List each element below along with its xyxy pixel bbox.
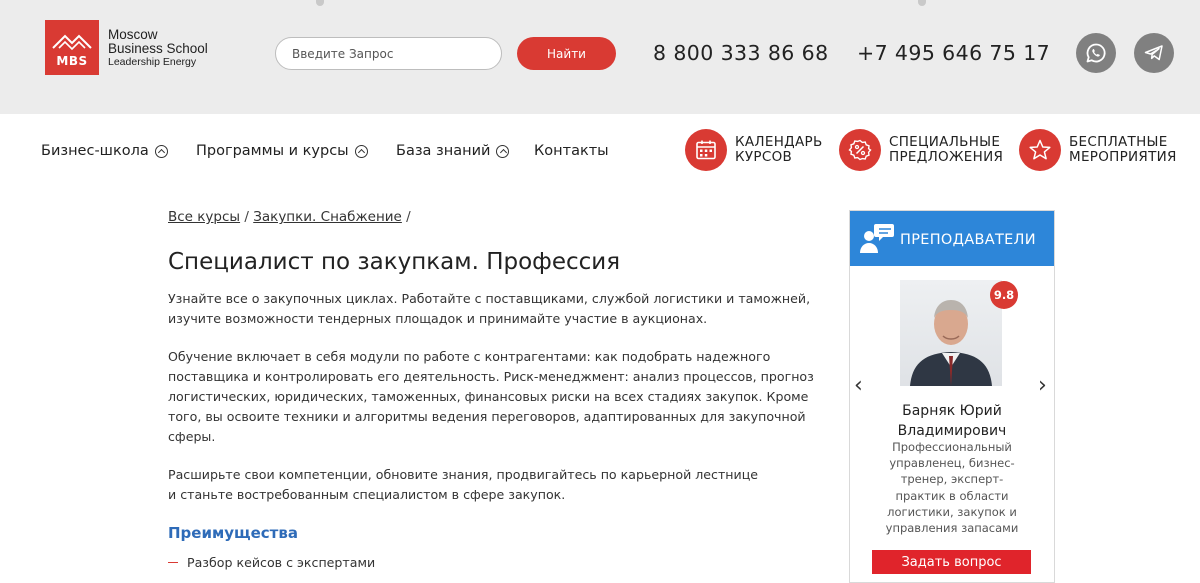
quick-link-offers[interactable]: СПЕЦИАЛЬНЫЕ ПРЕДЛОЖЕНИЯ: [839, 129, 1003, 171]
logo-text: Moscow Business School Leadership Energy: [108, 28, 208, 69]
teacher-portrait-image: [910, 300, 992, 386]
calendar-icon: [696, 140, 716, 160]
search-input[interactable]: [275, 37, 502, 70]
teacher-name-line: Барняк Юрий: [902, 403, 1002, 419]
quick-link-events[interactable]: БЕСПЛАТНЫЕ МЕРОПРИЯТИЯ: [1019, 129, 1177, 171]
logo-tagline: Leadership Energy: [108, 56, 197, 68]
nav-contacts[interactable]: Контакты: [534, 143, 609, 159]
chevron-up-icon: [496, 144, 510, 158]
text-line: изучите возможности тендерных площадок и…: [168, 311, 708, 326]
logo-line-1: Moscow: [108, 27, 158, 42]
text-line: поставщика и контролировать его деятельн…: [168, 369, 814, 384]
text-line: Узнайте все о закупочных циклах. Работай…: [168, 291, 811, 306]
percent-badge-icon: [848, 139, 872, 161]
nav-label: Контакты: [534, 143, 609, 159]
desc-line: управленец, бизнес-: [889, 456, 1015, 471]
text-line: Обучение включает в себя модули по работ…: [168, 349, 771, 364]
nav-business-school[interactable]: Бизнес-школа: [41, 143, 168, 159]
quick-link-line: КУРСОВ: [735, 149, 793, 165]
teachers-header: ПРЕПОДАВАТЕЛИ: [850, 211, 1054, 266]
whatsapp-button[interactable]: [1076, 33, 1116, 73]
desc-line: Профессиональный: [892, 440, 1012, 454]
logo[interactable]: MBS: [45, 20, 99, 75]
advantage-text: Разбор кейсов с экспертами: [187, 555, 376, 570]
nav-label: Бизнес-школа: [41, 143, 149, 159]
breadcrumb-procurement[interactable]: Закупки. Снабжение: [253, 209, 402, 225]
quick-link-text: СПЕЦИАЛЬНЫЕ ПРЕДЛОЖЕНИЯ: [889, 135, 1003, 165]
chevron-up-icon: [354, 144, 368, 158]
nav-label: База знаний: [396, 143, 491, 159]
teacher-photo[interactable]: [900, 280, 1002, 386]
quick-link-text: БЕСПЛАТНЫЕ МЕРОПРИЯТИЯ: [1069, 135, 1177, 165]
career-paragraph: Расширьте свои компетенции, обновите зна…: [168, 465, 838, 505]
desc-line: практик в области: [895, 488, 1009, 503]
teacher-description: Профессиональный управленец, бизнес- тре…: [874, 439, 1030, 536]
star-icon: [1029, 139, 1051, 160]
breadcrumb-separator: /: [244, 209, 249, 225]
text-line: Расширьте свои компетенции, обновите зна…: [168, 467, 759, 482]
ask-question-button[interactable]: Задать вопрос: [872, 550, 1031, 574]
teachers-widget: ПРЕПОДАВАТЕЛИ 9.8 ‹ › Барняк Юрий Владим…: [849, 210, 1055, 583]
desc-line: тренер, эксперт-: [900, 472, 1004, 487]
offers-circle: [839, 129, 881, 171]
prev-teacher-button[interactable]: ‹: [854, 373, 863, 398]
text-line: логистических, юридических, таможенных, …: [168, 389, 809, 404]
phone-moscow[interactable]: +7 495 646 75 17: [857, 41, 1050, 65]
quick-link-calendar[interactable]: КАЛЕНДАРЬ КУРСОВ: [685, 129, 823, 171]
text-line: сферы.: [168, 429, 216, 444]
desc-line: логистики, закупок и: [887, 504, 1017, 519]
quick-link-text: КАЛЕНДАРЬ КУРСОВ: [735, 135, 823, 165]
breadcrumb: Все курсы / Закупки. Снабжение /: [168, 209, 411, 225]
decor-tab: [316, 0, 324, 6]
nav-knowledge-base[interactable]: База знаний: [396, 143, 510, 159]
top-header: MBS Moscow Business School Leadership En…: [0, 0, 1200, 114]
mountain-logo-icon: [52, 34, 92, 51]
text-line: того, вы освоите техники и алгоритмы вед…: [168, 409, 806, 424]
whatsapp-icon: [1086, 43, 1106, 63]
desc-line: управления запасами: [885, 521, 1019, 536]
quick-link-line: КАЛЕНДАРЬ: [735, 134, 823, 150]
decor-tab: [918, 0, 926, 6]
nav-programs[interactable]: Программы и курсы: [196, 143, 368, 159]
intro-paragraph: Узнайте все о закупочных циклах. Работай…: [168, 289, 838, 329]
quick-link-line: МЕРОПРИЯТИЯ: [1069, 149, 1177, 165]
modules-paragraph: Обучение включает в себя модули по работ…: [168, 347, 838, 447]
logo-mark: MBS: [56, 54, 88, 68]
telegram-button[interactable]: [1134, 33, 1174, 73]
teacher-name-line: Владимирович: [897, 423, 1007, 439]
logo-line-2: Business School: [108, 41, 208, 56]
advantage-item: Разбор кейсов с экспертами: [168, 555, 375, 570]
dash-bullet-icon: [168, 561, 178, 564]
advantages-title: Преимущества: [168, 524, 298, 542]
teacher-chat-icon: [860, 224, 894, 253]
search-button[interactable]: Найти: [517, 37, 616, 70]
next-teacher-button[interactable]: ›: [1038, 373, 1047, 398]
page-title: Специалист по закупкам. Профессия: [168, 249, 621, 275]
quick-link-line: ПРЕДЛОЖЕНИЯ: [889, 149, 1004, 165]
teacher-rating-badge: 9.8: [990, 281, 1018, 309]
quick-link-line: СПЕЦИАЛЬНЫЕ: [889, 134, 1001, 150]
calendar-circle: [685, 129, 727, 171]
nav-label: Программы и курсы: [196, 143, 349, 159]
phone-tollfree[interactable]: 8 800 333 86 68: [653, 41, 829, 65]
text-line: и станьте востребованным специалистом в …: [168, 487, 566, 502]
chevron-up-icon: [154, 144, 168, 158]
breadcrumb-separator: /: [406, 209, 411, 225]
teachers-title: ПРЕПОДАВАТЕЛИ: [900, 232, 1036, 248]
teacher-name[interactable]: Барняк Юрий Владимирович: [850, 401, 1054, 441]
breadcrumb-all-courses[interactable]: Все курсы: [168, 209, 240, 225]
quick-link-line: БЕСПЛАТНЫЕ: [1069, 134, 1168, 150]
telegram-icon: [1144, 45, 1163, 61]
events-circle: [1019, 129, 1061, 171]
